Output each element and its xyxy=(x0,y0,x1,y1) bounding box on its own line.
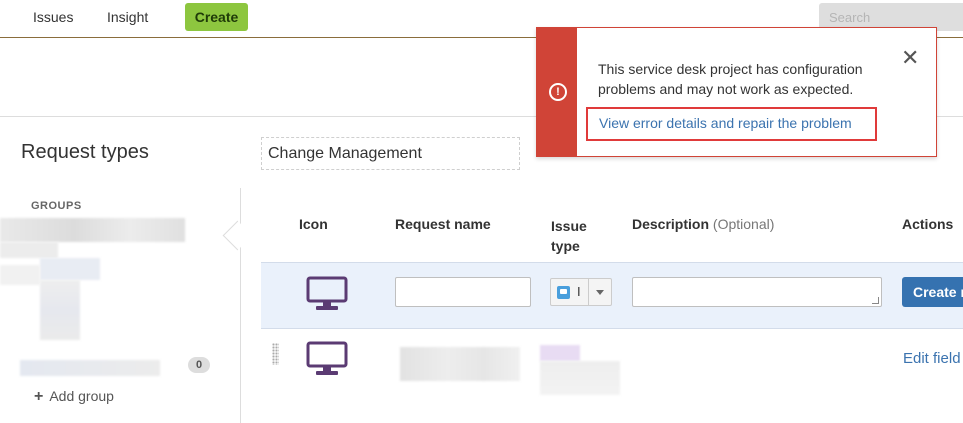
group-item-blurred[interactable] xyxy=(0,242,58,258)
nav-insight-link[interactable]: Insight xyxy=(107,9,148,25)
group-item-blurred[interactable] xyxy=(40,258,100,280)
issue-type-icon xyxy=(557,286,570,299)
header-actions: Actions xyxy=(902,216,954,232)
page-title: Request types xyxy=(21,141,149,163)
header-issue-type: Issue type xyxy=(551,216,587,256)
group-item-blurred[interactable] xyxy=(0,218,185,242)
chevron-down-icon xyxy=(596,290,604,295)
header-description-label: Description xyxy=(632,216,710,232)
edit-fields-link[interactable]: Edit field xyxy=(903,350,961,367)
error-flag-bar: ! xyxy=(537,28,577,156)
header-issue-type-line2: type xyxy=(551,238,580,254)
project-name-field[interactable]: Change Management xyxy=(261,137,520,170)
header-icon: Icon xyxy=(299,216,328,232)
drag-handle-icon[interactable] xyxy=(272,343,279,365)
request-name-blurred xyxy=(400,347,520,381)
header-description: Description (Optional) xyxy=(632,216,774,232)
issue-type-blurred xyxy=(540,345,580,361)
groups-heading: GROUPS xyxy=(31,200,82,212)
computer-icon[interactable] xyxy=(306,341,348,377)
select-separator xyxy=(588,279,589,305)
group-item-blurred[interactable] xyxy=(40,280,80,340)
group-item-blurred[interactable] xyxy=(20,360,160,376)
add-group-link[interactable]: + Add group xyxy=(34,388,114,406)
header-description-optional: (Optional) xyxy=(712,216,775,232)
error-flag: ! This service desk project has configur… xyxy=(536,27,937,157)
resize-grip-icon[interactable] xyxy=(872,297,879,304)
header-issue-type-line1: Issue xyxy=(551,218,587,234)
group-count-badge: 0 xyxy=(188,357,210,373)
close-icon[interactable]: ✕ xyxy=(901,47,919,69)
add-group-label: Add group xyxy=(49,388,114,404)
error-icon: ! xyxy=(549,83,567,101)
create-button[interactable]: Create xyxy=(185,3,248,31)
computer-icon[interactable] xyxy=(306,276,348,312)
description-textarea[interactable] xyxy=(632,277,882,307)
issue-type-blurred xyxy=(540,361,620,395)
request-name-input[interactable] xyxy=(395,277,531,307)
selected-group-pointer xyxy=(222,220,253,251)
group-item-blurred[interactable] xyxy=(0,265,40,285)
issue-type-select[interactable]: I xyxy=(550,278,612,306)
issue-type-value: I xyxy=(577,284,581,299)
error-message: This service desk project has configurat… xyxy=(598,61,863,97)
nav-issues-link[interactable]: Issues xyxy=(33,9,73,25)
plus-icon: + xyxy=(34,388,44,405)
repair-problem-link[interactable]: View error details and repair the proble… xyxy=(599,115,852,131)
create-request-type-button[interactable]: Create r xyxy=(902,277,963,307)
header-request-name: Request name xyxy=(395,216,491,232)
